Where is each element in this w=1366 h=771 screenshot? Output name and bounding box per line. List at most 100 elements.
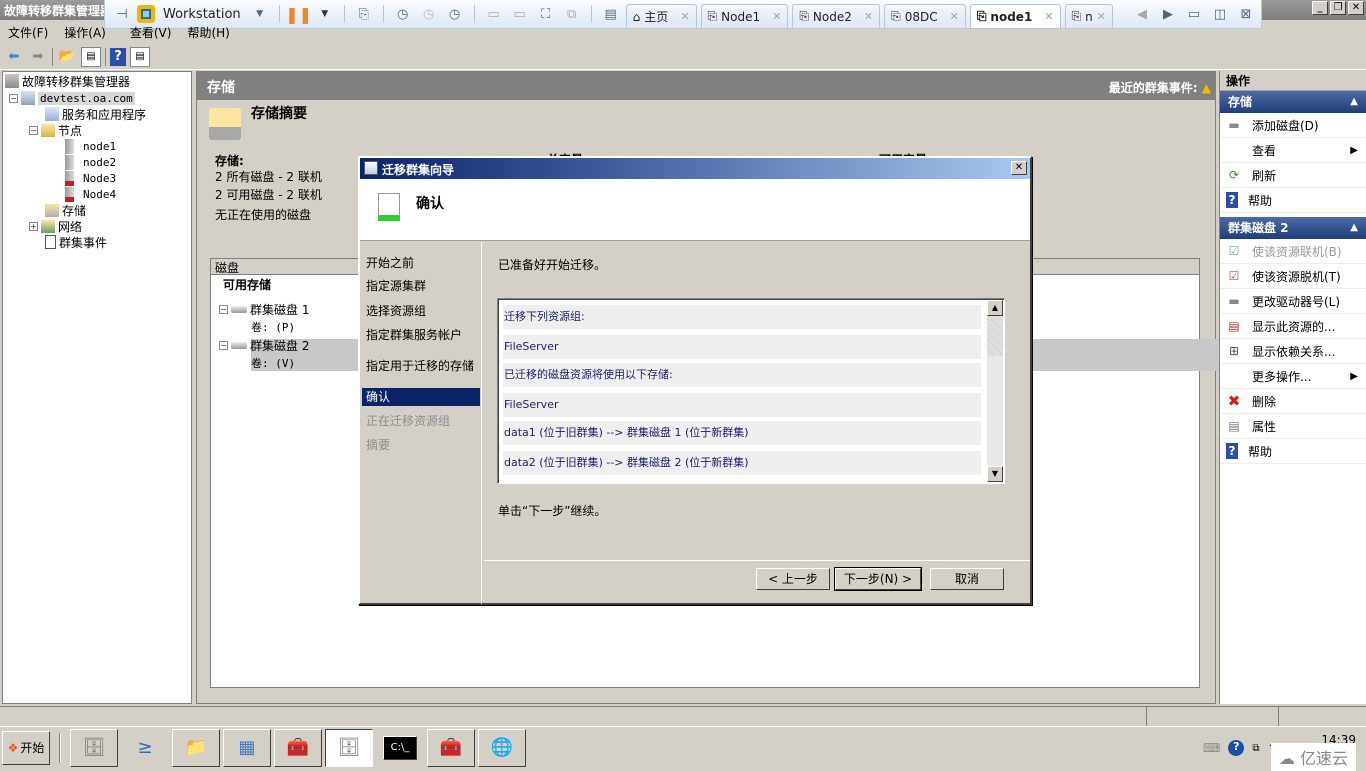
scroll-down-icon[interactable]: ▼ <box>987 466 1003 482</box>
forward-icon[interactable]: ➡ <box>28 47 48 67</box>
tree-node[interactable]: node2 <box>65 154 116 170</box>
send-ctrl-alt-del-icon[interactable]: ⎘ <box>353 4 375 24</box>
dialog-close-button[interactable]: ✕ <box>1011 161 1027 175</box>
menu-help[interactable]: 帮助(H) <box>187 24 229 41</box>
back-button[interactable]: < 上一步 <box>756 568 830 590</box>
storage-icon <box>45 203 59 217</box>
action-view[interactable]: 查看 ▶ <box>1220 138 1366 163</box>
recent-events-link[interactable]: 最近的群集事件: ▲ <box>1109 79 1211 96</box>
keyboard-icon[interactable]: ⌨ <box>1203 741 1220 755</box>
action-properties[interactable]: ▤ 属性 <box>1220 414 1366 439</box>
powershell-icon[interactable]: ≥ <box>121 729 169 767</box>
toolbox-icon[interactable]: 🧰 <box>427 728 475 767</box>
tree-root[interactable]: 故障转移群集管理器 <box>5 73 130 89</box>
collapse-icon[interactable]: − <box>219 340 228 350</box>
action-more[interactable]: 更多操作... ▶ <box>1220 364 1366 389</box>
network-icon[interactable]: 🌐 <box>478 728 526 767</box>
show-library-icon[interactable]: ▭ <box>483 4 505 24</box>
menu-view[interactable]: 查看(V) <box>130 24 172 41</box>
tree-storage[interactable]: 存储 <box>45 202 86 218</box>
network-icon <box>41 219 55 233</box>
close-button[interactable]: ✕ <box>1348 1 1364 15</box>
collapse-icon[interactable]: − <box>9 93 18 103</box>
tree-node[interactable]: Node4 <box>65 186 116 202</box>
help-icon[interactable]: ? <box>1228 740 1245 756</box>
tab-scroll-left-icon[interactable]: ◀ <box>1131 4 1153 24</box>
tree-services[interactable]: 服务和应用程序 <box>45 106 146 122</box>
tree-node[interactable]: node1 <box>65 138 116 154</box>
menu-file[interactable]: 文件(F) <box>8 24 48 41</box>
restore-button[interactable]: ❐ <box>1330 1 1346 15</box>
action-delete[interactable]: ✖ 删除 <box>1220 389 1366 414</box>
next-button[interactable]: 下一步(N) > <box>834 567 922 591</box>
help-icon: ? <box>1226 443 1238 459</box>
action-change-drive-letter[interactable]: ▬ 更改驱动器号(L) <box>1220 289 1366 314</box>
scroll-up-icon[interactable]: ▲ <box>987 300 1003 316</box>
services-icon <box>45 107 59 121</box>
cancel-button[interactable]: 取消 <box>930 568 1004 590</box>
collapse-up-icon[interactable]: ▲ <box>1350 217 1358 239</box>
control-panel-icon[interactable]: ▦ <box>223 728 271 767</box>
summary-scrollbar[interactable]: ▲ ▼ <box>987 300 1003 482</box>
show-hide-action-pane-icon[interactable]: ▤ <box>130 46 150 67</box>
cluster-manager-icon[interactable]: 🗄 <box>325 728 373 767</box>
action-take-offline[interactable]: ☑ 使该资源脱机(T) <box>1220 264 1366 289</box>
start-button[interactable]: ❖ 开始 <box>2 730 50 765</box>
action-show-dependencies[interactable]: ⊞ 显示依赖关系... <box>1220 339 1366 364</box>
action-refresh[interactable]: ⟳ 刷新 <box>1220 163 1366 188</box>
scroll-thumb[interactable] <box>987 316 1003 356</box>
vm-close-icon[interactable]: ⊠ <box>1235 4 1257 24</box>
tree-nodes[interactable]: − 节点 <box>29 122 82 138</box>
tree-cluster[interactable]: − devtest.oa.com <box>9 90 135 106</box>
action-help-2[interactable]: ? 帮助 <box>1220 439 1366 464</box>
summary-line: 无正在使用的磁盘 <box>215 208 312 222</box>
pin-icon[interactable]: ⊣ <box>111 4 133 24</box>
fullscreen-icon[interactable]: ⛶ <box>535 4 557 24</box>
collapse-icon[interactable]: − <box>219 304 228 314</box>
disk-row[interactable]: − 群集磁盘 1 <box>219 301 309 317</box>
toolbox-icon[interactable]: 🧰 <box>274 728 322 767</box>
disk-volume[interactable]: 卷: (V) <box>251 355 295 371</box>
pause-icon[interactable]: ❚❚ <box>285 4 312 24</box>
tab-scroll-right-icon[interactable]: ▶ <box>1157 4 1179 24</box>
workstation-menu[interactable]: Workstation <box>163 7 241 22</box>
action-show-report[interactable]: ▤ 显示此资源的... <box>1220 314 1366 339</box>
help-icon[interactable]: ? <box>110 47 126 66</box>
snapshot-manager-icon[interactable]: ◷ <box>444 4 466 24</box>
collapse-icon[interactable]: − <box>29 125 38 135</box>
console-tree: 故障转移群集管理器 − devtest.oa.com 服务和应用程序 − 节点 no… <box>2 71 192 704</box>
action-help[interactable]: ? 帮助 <box>1220 188 1366 213</box>
actions-section-storage[interactable]: 存储 ▲ <box>1220 91 1366 113</box>
restore-down-icon[interactable]: ⧉ <box>1252 743 1259 754</box>
action-add-disk[interactable]: ▬ 添加磁盘(D) <box>1220 113 1366 138</box>
show-hide-tree-icon[interactable]: ▤ <box>81 46 101 67</box>
action-bring-online[interactable]: ☑ 使该资源联机(B) <box>1220 239 1366 264</box>
chevron-down-icon[interactable]: ▼ <box>314 4 336 24</box>
menu-action[interactable]: 操作(A) <box>64 24 106 41</box>
collapse-up-icon[interactable]: ▲ <box>1350 91 1358 113</box>
up-folder-icon[interactable]: 📂 <box>57 47 77 67</box>
thumbnail-icon[interactable]: ▭ <box>509 4 531 24</box>
minimize-button[interactable]: _ <box>1312 1 1328 15</box>
tree-network[interactable]: + 网络 <box>29 218 82 234</box>
cmd-icon[interactable]: C:\_ <box>383 735 417 760</box>
expand-icon[interactable]: + <box>29 221 38 231</box>
library-icon[interactable]: ▤ <box>600 4 622 24</box>
unity-icon[interactable]: ⧉ <box>561 4 583 24</box>
disk-row[interactable]: − 群集磁盘 2 <box>219 337 309 353</box>
server-manager-icon[interactable]: 🗄 <box>70 728 118 767</box>
explorer-icon[interactable]: 📁 <box>172 728 220 767</box>
back-icon[interactable]: ⬅ <box>4 47 24 67</box>
step-item: 指定用于迁移的存储 <box>366 359 475 373</box>
actions-section-cluster-disk[interactable]: 群集磁盘 2 ▲ <box>1220 217 1366 239</box>
tree-events[interactable]: 群集事件 <box>45 234 107 250</box>
taskbar: ❖开始 🗄 ≥ 📁 ▦ 🧰 🗄 C:\_ 🧰 🌐 ⌨ ? ⧉ ⌃ ⚐ ⚠ 14:… <box>0 726 1366 771</box>
dialog-title-bar[interactable]: 迁移群集向导 ✕ <box>360 158 1030 179</box>
vm-restore-icon[interactable]: ◫ <box>1209 4 1231 24</box>
tree-node[interactable]: Node3 <box>65 170 116 186</box>
revert-snapshot-icon[interactable]: ◷ <box>418 4 440 24</box>
vm-minimize-icon[interactable]: ▭ <box>1183 4 1205 24</box>
disk-volume[interactable]: 卷: (P) <box>251 319 295 335</box>
chevron-down-icon[interactable]: ▼ <box>249 4 271 24</box>
snapshot-icon[interactable]: ◷ <box>392 4 414 24</box>
